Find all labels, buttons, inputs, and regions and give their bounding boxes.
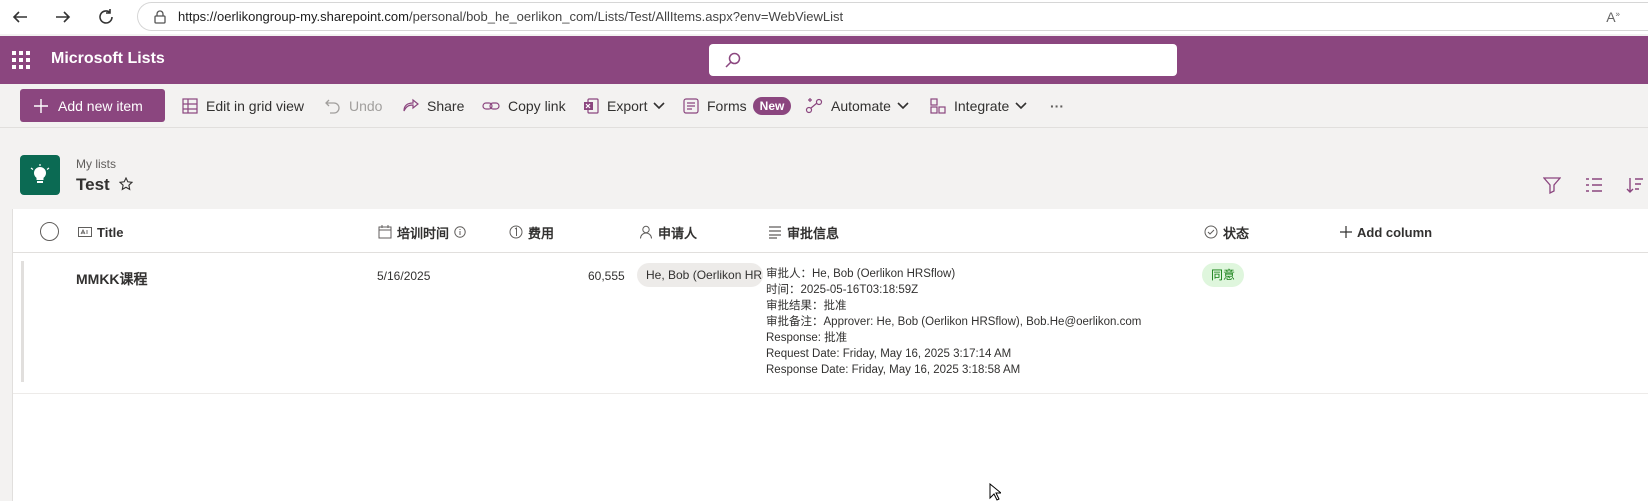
copy-link-button[interactable]: Copy link [482, 96, 566, 116]
back-icon[interactable] [3, 0, 37, 34]
app-launcher-icon[interactable] [11, 50, 31, 70]
refresh-icon[interactable] [89, 0, 123, 34]
forms-label: Forms [707, 98, 747, 114]
cell-cost: 60,555 [588, 269, 625, 283]
search-icon [725, 52, 741, 68]
export-button[interactable]: Export [583, 96, 666, 116]
integrate-icon [930, 98, 946, 114]
approval-line: Response Date: Friday, May 16, 2025 3:18… [766, 364, 1021, 376]
add-column-button[interactable]: Add column [1340, 223, 1432, 241]
search-input[interactable] [753, 48, 1153, 72]
approval-line: 审批备注：Approver: He, Bob (Oerlikon HRSflow… [766, 316, 1142, 328]
approval-line: Response: 批准 [766, 332, 848, 344]
grid-icon [182, 98, 198, 114]
table-row[interactable]: MMKK课程 5/16/2025 60,555 He, Bob (Oerliko… [13, 253, 1648, 394]
column-training-time-label: 培训时间 [397, 225, 450, 241]
choice-icon [1204, 225, 1218, 239]
info-icon[interactable] [454, 226, 466, 238]
list-title: Test [76, 175, 110, 194]
table-header: Title 培训时间 费用 申请人 审批信息 状态 Add column [13, 209, 1648, 253]
calendar-icon [378, 225, 392, 239]
chevron-down-icon [653, 102, 666, 110]
list-icon [20, 155, 60, 195]
undo-icon [325, 98, 341, 114]
excel-icon [583, 98, 599, 114]
integrate-button[interactable]: Integrate [930, 96, 1027, 116]
share-icon [403, 98, 419, 114]
search-box[interactable] [709, 44, 1177, 76]
view-options-icon[interactable] [1585, 176, 1603, 194]
automate-label: Automate [831, 98, 891, 114]
column-header-approval-info[interactable]: 审批信息 [768, 223, 839, 241]
column-title-label: Title [97, 224, 124, 240]
cell-title[interactable]: MMKK课程 [76, 269, 148, 289]
lock-icon [154, 9, 166, 24]
edit-grid-button[interactable]: Edit in grid view [182, 96, 304, 116]
column-header-requester[interactable]: 申请人 [639, 223, 697, 241]
text-column-icon [78, 227, 92, 237]
add-column-label: Add column [1357, 224, 1433, 240]
automate-icon [805, 98, 823, 114]
sort-icon[interactable] [1626, 176, 1644, 194]
column-header-status[interactable]: 状态 [1204, 223, 1249, 241]
add-new-item-label: Add new item [58, 97, 143, 114]
more-options-icon[interactable]: ··· [1050, 96, 1064, 116]
person-icon [639, 225, 653, 239]
column-approval-info-label: 审批信息 [787, 225, 840, 241]
status-badge: 同意 [1202, 263, 1245, 287]
column-header-training-time[interactable]: 培训时间 [378, 223, 466, 241]
favorite-star-icon[interactable] [119, 177, 133, 191]
integrate-label: Integrate [954, 98, 1010, 114]
browser-toolbar: https://oerlikongroup-my.sharepoint.com/… [0, 0, 1648, 34]
approval-line: 时间：2025-05-16T03:18:59Z [766, 284, 919, 296]
new-badge: New [752, 97, 792, 115]
url-text: https://oerlikongroup-my.sharepoint.com/… [178, 9, 844, 24]
undo-button[interactable]: Undo [325, 96, 382, 116]
link-icon [482, 100, 500, 112]
copy-link-label: Copy link [508, 98, 566, 114]
column-header-cost[interactable]: 费用 [509, 223, 554, 241]
cell-training-time: 5/16/2025 [377, 269, 431, 283]
approval-line: Request Date: Friday, May 16, 2025 3:17:… [766, 348, 1012, 360]
breadcrumb[interactable]: My lists [76, 157, 116, 171]
column-requester-label: 申请人 [658, 225, 698, 241]
app-name[interactable]: Microsoft Lists [51, 50, 165, 68]
share-button[interactable]: Share [403, 96, 464, 116]
list-table: Title 培训时间 费用 申请人 审批信息 状态 Add column MMK… [12, 209, 1648, 501]
export-label: Export [607, 98, 648, 114]
number-icon [509, 225, 523, 239]
select-all-checkbox[interactable] [40, 222, 59, 241]
plus-icon [34, 98, 48, 113]
cell-approval-info: 审批人：He, Bob (Oerlikon HRSflow) 时间：2025-0… [766, 266, 1141, 378]
address-bar[interactable]: https://oerlikongroup-my.sharepoint.com/… [137, 2, 1648, 31]
edit-grid-label: Edit in grid view [206, 98, 305, 114]
forms-icon [683, 98, 699, 114]
read-aloud-icon[interactable]: A» [1606, 9, 1620, 25]
column-cost-label: 费用 [528, 225, 555, 241]
forward-icon[interactable] [46, 0, 80, 34]
column-status-label: 状态 [1223, 225, 1250, 241]
command-bar: Add new item Edit in grid view Undo Shar… [0, 84, 1648, 128]
approval-line: 审批人：He, Bob (Oerlikon HRSflow) [766, 268, 956, 280]
row-selection-bar [21, 261, 24, 382]
chevron-down-icon [1015, 102, 1027, 110]
requester-chip[interactable]: He, Bob (Oerlikon HRSflow) [637, 263, 763, 287]
add-new-item-button[interactable]: Add new item [20, 89, 165, 122]
undo-label: Undo [349, 98, 383, 114]
share-label: Share [427, 98, 465, 114]
forms-button[interactable]: Forms New [683, 96, 792, 116]
suite-header: Microsoft Lists [0, 36, 1648, 84]
automate-button[interactable]: Automate [805, 96, 909, 116]
filter-icon[interactable] [1543, 176, 1561, 194]
plus-icon [1340, 226, 1352, 238]
chevron-down-icon [897, 102, 909, 110]
mouse-cursor-icon [989, 483, 1001, 501]
column-header-title[interactable]: Title [78, 223, 124, 241]
approval-line: 审批结果：批准 [766, 300, 847, 312]
multiline-text-icon [768, 225, 782, 239]
